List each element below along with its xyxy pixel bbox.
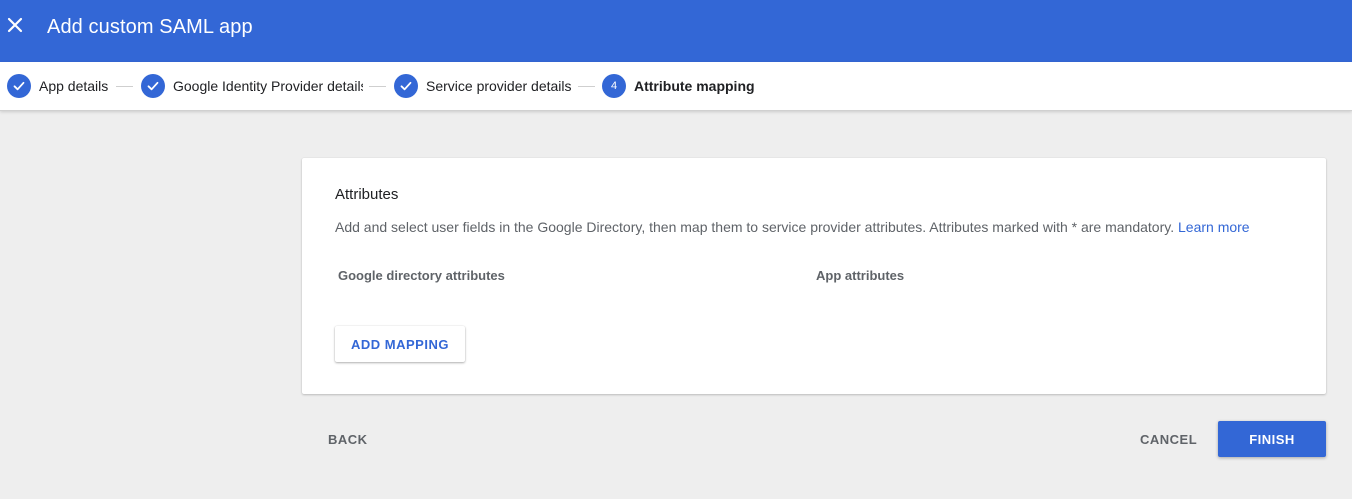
cancel-button[interactable]: CANCEL [1132, 421, 1205, 457]
step-complete-indicator [141, 74, 165, 98]
step-label: Google Identity Provider details [173, 78, 363, 94]
step-label: Service provider details [426, 78, 572, 94]
page-title: Add custom SAML app [47, 16, 253, 38]
stepper: App details Google Identity Provider det… [0, 62, 1352, 111]
step-connector [116, 86, 133, 87]
step-service-provider-details[interactable]: Service provider details [394, 74, 572, 98]
step-app-details[interactable]: App details [7, 74, 108, 98]
step-google-idp-details[interactable]: Google Identity Provider details [141, 74, 363, 98]
step-connector [369, 86, 386, 87]
close-icon [7, 17, 23, 33]
step-complete-indicator [394, 74, 418, 98]
step-number: 4 [610, 80, 618, 92]
add-mapping-button[interactable]: ADD MAPPING [335, 326, 465, 362]
column-header-google-directory: Google directory attributes [338, 268, 505, 283]
step-label: App details [39, 78, 109, 94]
card-description: Add and select user fields in the Google… [335, 219, 1250, 235]
check-icon [13, 81, 25, 91]
step-connector [578, 86, 595, 87]
close-button[interactable] [4, 14, 26, 36]
step-complete-indicator [7, 74, 31, 98]
step-label: Attribute mapping [634, 78, 755, 94]
check-icon [400, 81, 412, 91]
description-text: Add and select user fields in the Google… [335, 219, 1175, 235]
back-button[interactable]: BACK [320, 421, 376, 457]
step-number-indicator: 4 [602, 74, 626, 98]
attributes-card: Attributes Add and select user fields in… [302, 158, 1326, 394]
finish-button[interactable]: FINISH [1218, 421, 1326, 457]
column-header-app-attributes: App attributes [816, 268, 905, 283]
card-title: Attributes [335, 186, 399, 203]
top-app-bar: Add custom SAML app [0, 0, 1352, 62]
step-attribute-mapping[interactable]: 4 Attribute mapping [602, 74, 755, 98]
check-icon [147, 81, 159, 91]
learn-more-link[interactable]: Learn more [1178, 219, 1250, 235]
